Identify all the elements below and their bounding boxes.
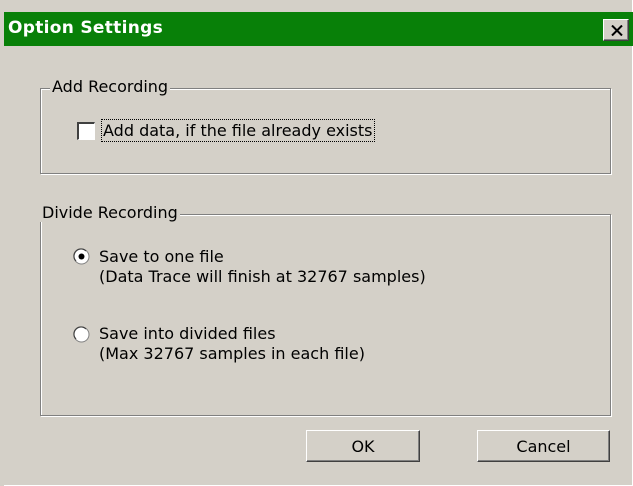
close-button[interactable]	[603, 19, 629, 41]
save-to-one-file-note: (Data Trace will finish at 32767 samples…	[99, 267, 426, 286]
save-divided-files-note: (Max 32767 samples in each file)	[99, 344, 365, 363]
save-to-one-file-label[interactable]: Save to one file	[99, 247, 224, 266]
divide-recording-legend: Divide Recording	[40, 203, 180, 222]
add-recording-group: Add Recording Add data, if the file alre…	[40, 78, 611, 174]
option-settings-dialog: Option Settings Add Recording Add data, …	[0, 0, 633, 486]
add-data-checkbox-label[interactable]: Add data, if the file already exists	[101, 119, 375, 142]
close-icon	[611, 25, 623, 36]
window-left-border	[0, 12, 4, 486]
window-title: Option Settings	[8, 18, 164, 38]
add-data-checkbox[interactable]	[77, 122, 95, 140]
save-divided-files-radio[interactable]	[73, 326, 90, 343]
divide-recording-group: Divide Recording Save to one file (Data …	[40, 204, 611, 416]
save-divided-files-label[interactable]: Save into divided files	[99, 324, 276, 343]
cancel-button[interactable]: Cancel	[477, 430, 610, 462]
add-recording-legend: Add Recording	[50, 77, 171, 96]
save-to-one-file-radio[interactable]	[73, 248, 90, 265]
ok-button[interactable]: OK	[306, 430, 420, 462]
title-bar[interactable]: Option Settings	[4, 12, 633, 46]
